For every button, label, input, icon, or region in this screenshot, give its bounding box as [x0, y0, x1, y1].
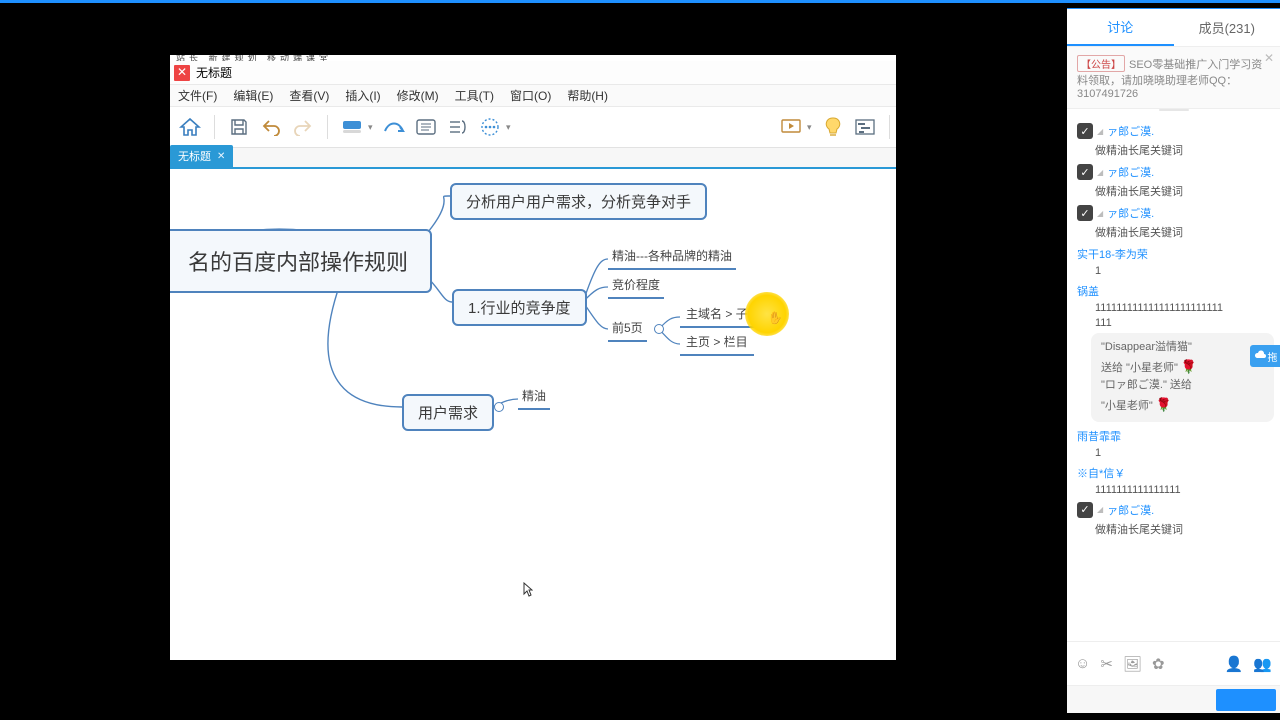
chat-message: 做精油长尾关键词: [1095, 183, 1274, 199]
announcement: ✕ 【公告】SEO零基础推广入门学习资料领取，请加晓晓助理老师QQ：310749…: [1067, 47, 1280, 109]
node-root[interactable]: 名的百度内部操作规则: [170, 229, 432, 293]
image-icon[interactable]: 🖼: [1123, 655, 1142, 673]
save-icon[interactable]: [225, 113, 253, 141]
chat-user[interactable]: ✓◢ァ郎ご漠.: [1077, 502, 1274, 518]
more-icon[interactable]: [476, 113, 504, 141]
scissors-icon[interactable]: ✂: [1100, 655, 1113, 673]
chat-user[interactable]: ✓◢ァ郎ご漠.: [1077, 205, 1274, 221]
chat-message: 1: [1095, 265, 1274, 277]
tool-bar: ▾ ▾ ▾: [170, 107, 896, 147]
announcement-tag: 【公告】: [1077, 55, 1125, 72]
send-strip: [1067, 685, 1280, 713]
chat-message: 做精油长尾关键词: [1095, 142, 1274, 158]
chat-message: 1: [1095, 447, 1274, 459]
present-dropdown-icon[interactable]: ▾: [807, 122, 815, 133]
menu-edit[interactable]: 编辑(E): [225, 87, 281, 104]
document-tab-label: 无标题: [178, 148, 211, 164]
window-close-icon[interactable]: ✕: [174, 65, 190, 81]
chat-user[interactable]: ✓◢ァ郎ご漠.: [1077, 164, 1274, 180]
chat-message-list[interactable]: 拖 ✓◢ァ郎ご漠.做精油长尾关键词✓◢ァ郎ご漠.做精油长尾关键词✓◢ァ郎ご漠.做…: [1067, 113, 1280, 641]
redo-icon[interactable]: [289, 113, 317, 141]
chat-message: 做精油长尾关键词: [1095, 224, 1274, 240]
emoji-icon[interactable]: ☺: [1075, 655, 1090, 672]
menu-tools[interactable]: 工具(T): [447, 87, 502, 104]
check-icon: ✓: [1077, 205, 1093, 221]
check-icon: ✓: [1077, 502, 1093, 518]
tab-members[interactable]: 成员(231): [1174, 9, 1280, 46]
undo-icon[interactable]: [257, 113, 285, 141]
present-icon[interactable]: [777, 113, 805, 141]
rose-icon: 🌹: [1181, 359, 1197, 374]
menu-view[interactable]: 查看(V): [281, 87, 337, 104]
leaf-bid[interactable]: 竞价程度: [608, 276, 664, 299]
fold-toggle[interactable]: [494, 402, 504, 412]
topic-icon[interactable]: [338, 113, 366, 141]
document-tab-close-icon[interactable]: ✕: [217, 151, 225, 162]
relation-icon[interactable]: [380, 113, 408, 141]
boundary-icon[interactable]: [412, 113, 440, 141]
chat-message: 做精油长尾关键词: [1095, 521, 1274, 537]
rose-icon: 🌹: [1156, 397, 1172, 412]
menu-help[interactable]: 帮助(H): [559, 87, 616, 104]
chat-toolbar: ☺ ✂ 🖼 ✿ 👤 👥: [1067, 641, 1280, 685]
brainstorm-icon[interactable]: [819, 113, 847, 141]
announcement-close-icon[interactable]: ✕: [1264, 51, 1274, 65]
menu-insert[interactable]: 插入(I): [337, 87, 388, 104]
chat-panel: 讨论 成员(231) ✕ 【公告】SEO零基础推广入门学习资料领取，请加晓晓助理…: [1067, 8, 1280, 713]
leaf-top5[interactable]: 前5页: [608, 319, 647, 342]
chat-tabs: 讨论 成员(231): [1067, 9, 1280, 47]
node-analyze[interactable]: 分析用户用户需求，分析竞争对手: [450, 183, 707, 220]
flower-icon[interactable]: ✿: [1152, 655, 1165, 673]
more-dropdown-icon[interactable]: ▾: [506, 122, 514, 133]
level-icon: ◢: [1097, 209, 1103, 218]
level-icon: ◢: [1097, 127, 1103, 136]
menu-window[interactable]: 窗口(O): [502, 87, 559, 104]
chat-message: 1111111111111111: [1095, 484, 1274, 496]
document-tab[interactable]: 无标题 ✕: [170, 145, 233, 167]
menu-file[interactable]: 文件(F): [170, 87, 225, 104]
window-title-bar: ✕ 无标题: [170, 61, 896, 85]
chat-user[interactable]: 实干18-李为荣: [1077, 246, 1274, 262]
gantt-icon[interactable]: [851, 113, 879, 141]
chat-user[interactable]: 雨昔霏霏: [1077, 428, 1274, 444]
check-icon: ✓: [1077, 123, 1093, 139]
cloud-badge[interactable]: 拖: [1250, 345, 1280, 367]
check-icon: ✓: [1077, 164, 1093, 180]
chat-user[interactable]: ※自*信￥: [1077, 465, 1274, 481]
xmind-window: ✕ 无标题 文件(F) 编辑(E) 查看(V) 插入(I) 修改(M) 工具(T…: [170, 61, 896, 660]
window-title: 无标题: [196, 64, 232, 81]
document-tab-strip: 无标题 ✕: [170, 147, 896, 169]
arrow-cursor-icon: [523, 582, 533, 598]
menu-bar: 文件(F) 编辑(E) 查看(V) 插入(I) 修改(M) 工具(T) 窗口(O…: [170, 85, 896, 107]
hand-cursor-icon: ✋: [767, 310, 783, 325]
gift-message: "Disappear溢情猫"送给 "小星老师" 🌹"ロァ郎ご漠." 送给"小星老…: [1091, 333, 1274, 422]
level-icon: ◢: [1097, 168, 1103, 177]
chat-user[interactable]: 锅盖: [1077, 283, 1274, 299]
fold-toggle[interactable]: [654, 324, 664, 334]
level-icon: ◢: [1097, 505, 1103, 514]
menu-modify[interactable]: 修改(M): [389, 87, 447, 104]
leaf-domain[interactable]: 主域名 > 子域名: [680, 305, 778, 328]
mindmap-canvas[interactable]: 名的百度内部操作规则 分析用户用户需求，分析竞争对手 1.行业的竞争度 用户需求…: [170, 169, 896, 660]
leaf-home[interactable]: 主页 > 栏目: [680, 333, 754, 356]
people-icon[interactable]: 👥: [1253, 655, 1272, 673]
chat-message: 111111111111111111111111: [1095, 302, 1274, 314]
node-industry[interactable]: 1.行业的竞争度: [452, 289, 587, 326]
topic-dropdown-icon[interactable]: ▾: [368, 122, 376, 133]
leaf-brand[interactable]: 精油---各种品牌的精油: [608, 247, 736, 270]
leaf-jy[interactable]: 精油: [518, 387, 550, 410]
summary-icon[interactable]: [444, 113, 472, 141]
send-button[interactable]: [1216, 689, 1276, 711]
person-icon[interactable]: 👤: [1225, 655, 1244, 673]
tab-discuss[interactable]: 讨论: [1067, 9, 1174, 46]
chat-user[interactable]: ✓◢ァ郎ご漠.: [1077, 123, 1274, 139]
node-user-need[interactable]: 用户需求: [402, 394, 494, 431]
chat-message: 111: [1095, 317, 1274, 329]
home-icon[interactable]: [176, 113, 204, 141]
